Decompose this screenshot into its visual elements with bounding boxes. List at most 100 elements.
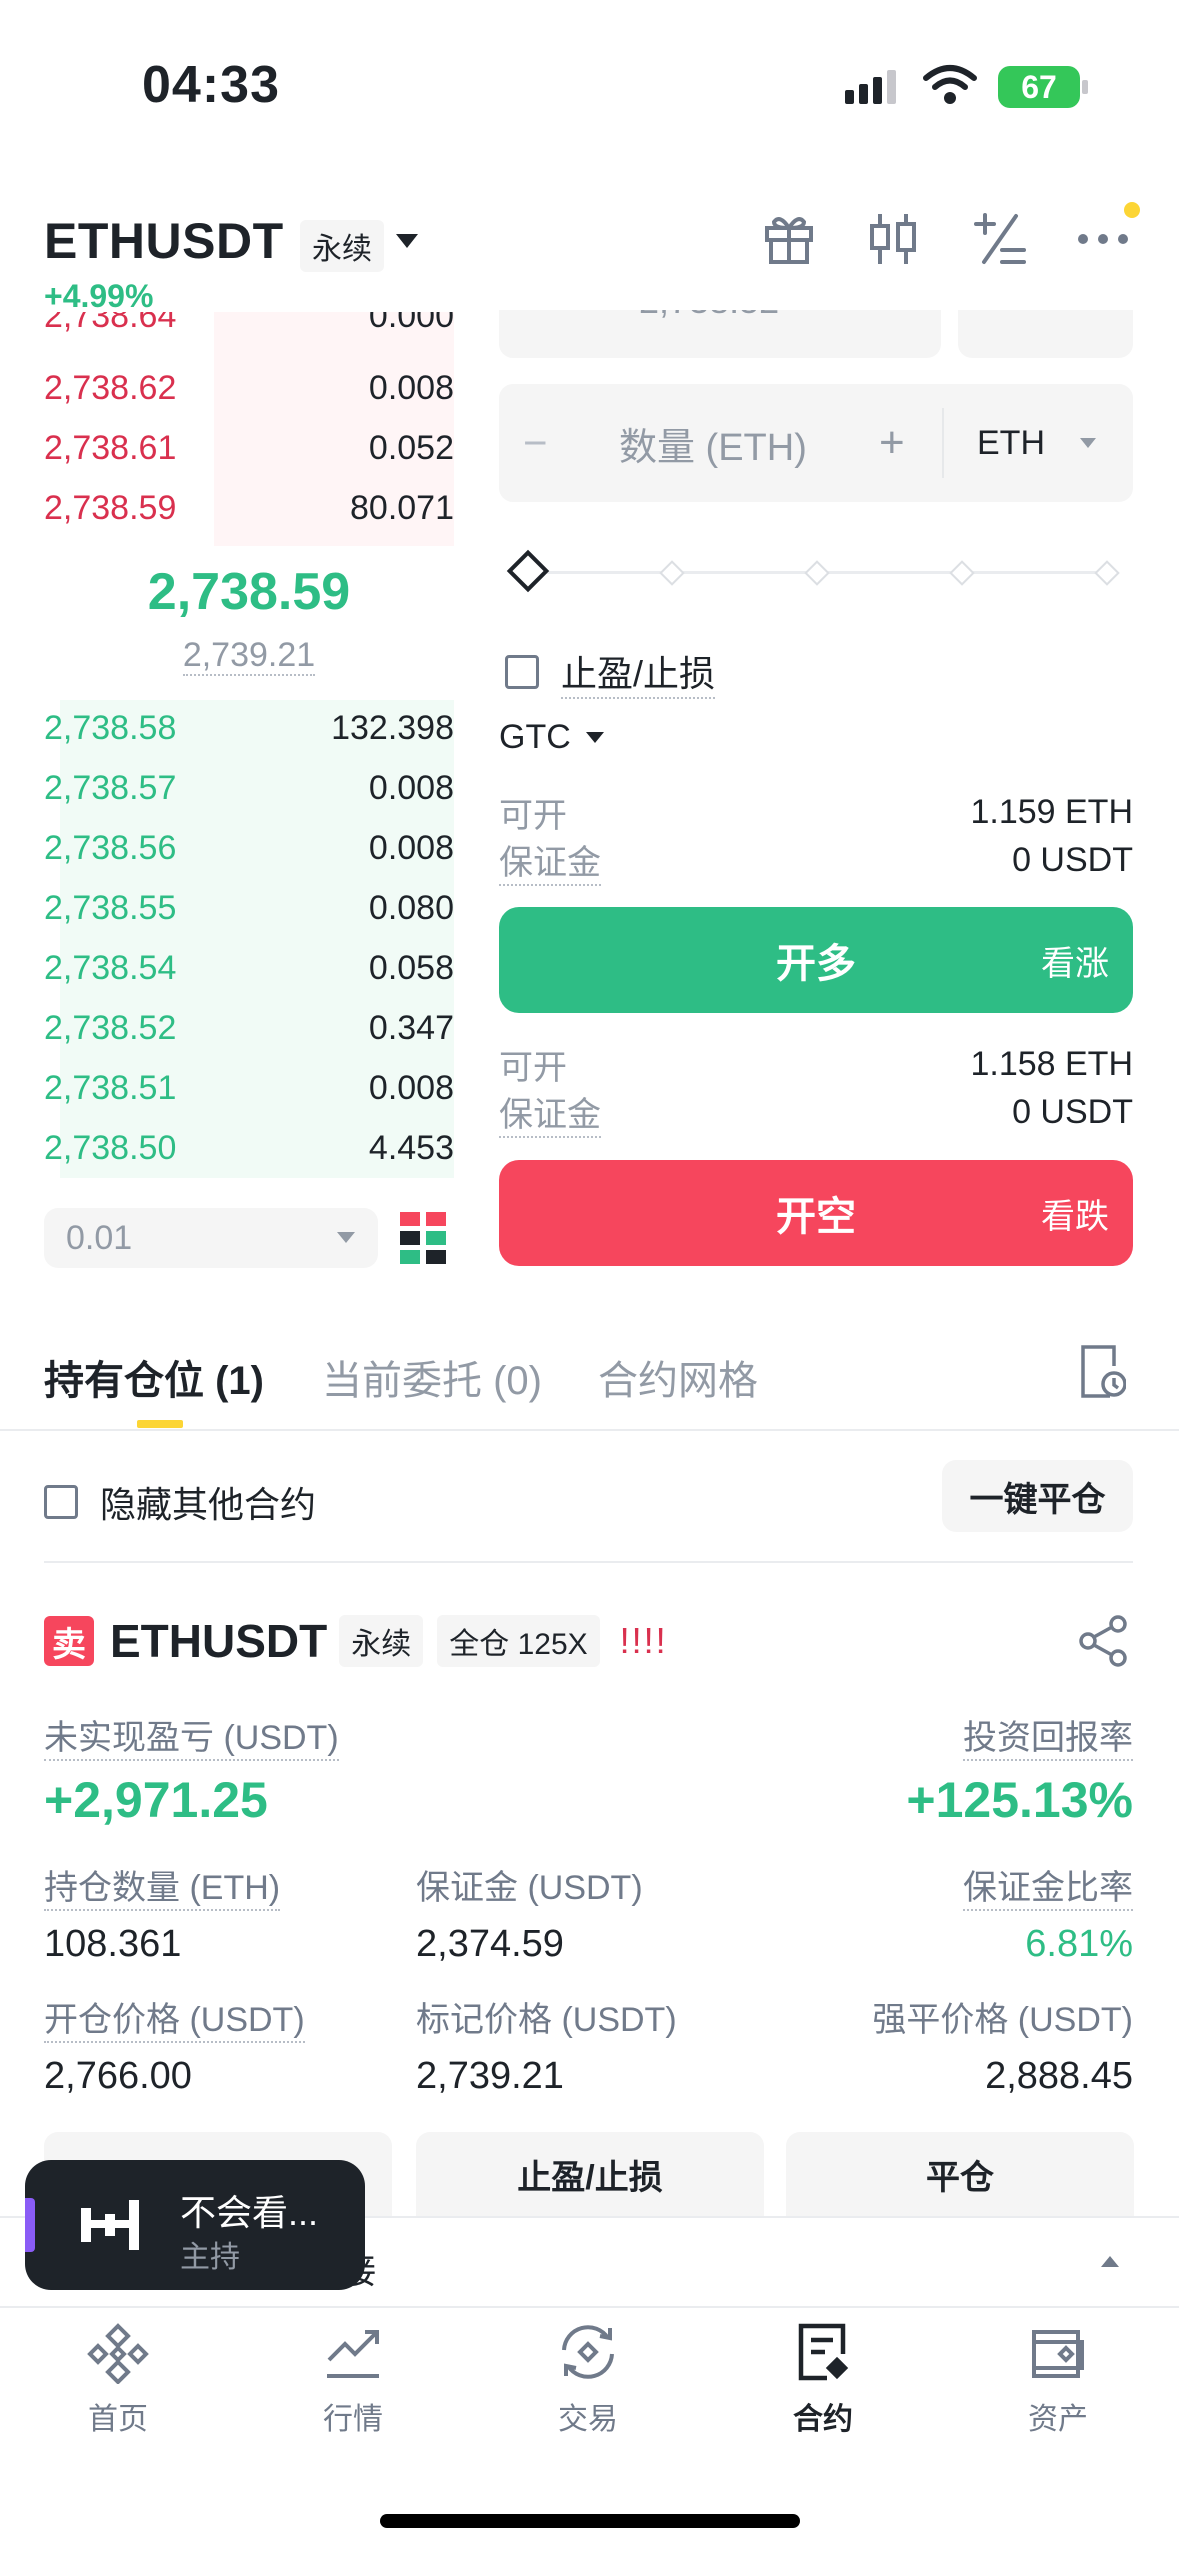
bid-qty: 0.008 xyxy=(368,1068,454,1107)
battery-indicator: 67 xyxy=(998,66,1080,108)
mark-price-wrap[interactable]: 2,739.21 xyxy=(44,636,454,676)
bid-qty: 0.347 xyxy=(368,1008,454,1047)
bid-qty: 132.398 xyxy=(331,708,454,747)
orderbook-bid-row[interactable]: 2,738.51 0.008 xyxy=(44,1058,454,1118)
ask-price: 2,738.59 xyxy=(44,488,177,527)
nav-home[interactable]: 首页 xyxy=(38,2320,198,2438)
bid-price: 2,738.54 xyxy=(44,948,177,987)
tif-select[interactable]: GTC xyxy=(499,718,605,757)
slider-tick[interactable] xyxy=(804,560,830,586)
unit-select[interactable]: ETH xyxy=(977,424,1045,463)
orderbook-bid-row[interactable]: 2,738.50 4.453 xyxy=(44,1118,454,1178)
ask-price: 2,738.64 xyxy=(44,312,177,335)
precision-select[interactable]: 0.01 xyxy=(44,1208,378,1268)
orderbook-layout-icon[interactable] xyxy=(400,1212,446,1269)
bid-qty: 0.058 xyxy=(368,948,454,987)
notification-dot xyxy=(1124,202,1140,218)
nav-futures[interactable]: 合约 xyxy=(743,2320,903,2438)
signal-icon xyxy=(845,68,905,108)
quantity-stepper[interactable]: − 数量 (ETH) + ETH xyxy=(499,384,1133,502)
share-icon[interactable] xyxy=(1076,1614,1130,1673)
nav-trade[interactable]: 交易 xyxy=(508,2320,668,2438)
slider-handle[interactable] xyxy=(506,549,550,593)
chevron-down-icon[interactable] xyxy=(1079,437,1097,449)
wifi-icon xyxy=(922,64,978,108)
short-info: 可开 1.158 ETH 保证金 0 USDT xyxy=(499,1040,1133,1138)
long-info: 可开 1.159 ETH 保证金 0 USDT xyxy=(499,788,1133,886)
trade-swap-icon xyxy=(562,2325,614,2379)
orderbook-ask-row-partial[interactable]: 2,738.64 0.000 xyxy=(44,312,454,348)
contract-tag: 永续 xyxy=(300,220,384,272)
liquidation-price: 强平价格 (USDT) 2,888.45 xyxy=(872,2001,1133,2097)
tpsl-checkbox[interactable] xyxy=(505,655,539,689)
home-indicator[interactable] xyxy=(380,2514,800,2528)
position-tag-perpetual: 永续 xyxy=(339,1615,424,1667)
hide-other-label: 隐藏其他合约 xyxy=(100,1484,317,1525)
minus-button[interactable]: − xyxy=(523,419,548,467)
tab-open-orders[interactable]: 当前委托 (0) xyxy=(322,1348,542,1406)
symbol-title[interactable]: ETHUSDT xyxy=(44,212,284,270)
symbol-dropdown-icon[interactable] xyxy=(394,232,420,255)
tpsl-label: 止盈/止损 xyxy=(561,645,716,699)
short-margin-label: 保证金 xyxy=(499,1087,601,1138)
orderbook-bid-row[interactable]: 2,738.57 0.008 xyxy=(44,758,454,818)
roi-value: +125.13% xyxy=(906,1772,1133,1828)
wallet-icon xyxy=(1032,2330,1084,2378)
futures-document-icon xyxy=(798,2323,849,2381)
more-icon[interactable] xyxy=(1076,232,1130,251)
history-icon[interactable] xyxy=(1080,1344,1127,1405)
gift-icon[interactable] xyxy=(762,212,816,271)
nav-assets[interactable]: 资产 xyxy=(978,2320,1138,2438)
nav-markets[interactable]: 行情 xyxy=(273,2320,433,2438)
orderbook-bid-row[interactable]: 2,738.55 0.080 xyxy=(44,878,454,938)
long-margin-label: 保证金 xyxy=(499,835,601,886)
bid-qty: 0.008 xyxy=(368,828,454,867)
calculator-icon[interactable] xyxy=(972,210,1028,273)
position-header[interactable]: 卖 ETHUSDT 永续 全仓 125X !!!! xyxy=(44,1614,668,1668)
chart-line-icon xyxy=(327,2330,379,2378)
plus-button[interactable]: + xyxy=(879,418,905,468)
tpsl-toggle[interactable]: 止盈/止损 xyxy=(505,645,716,699)
open-short-button[interactable]: 开空 看跌 xyxy=(499,1160,1133,1266)
side-badge: 卖 xyxy=(44,1616,94,1666)
chevron-up-icon[interactable] xyxy=(1100,2254,1120,2268)
tpsl-button[interactable]: 止盈/止损 xyxy=(416,2132,764,2216)
orderbook-ask-row[interactable]: 2,738.62 0.008 xyxy=(44,348,454,418)
tab-grid[interactable]: 合约网格 xyxy=(598,1348,758,1406)
tab-active-indicator xyxy=(137,1420,183,1428)
live-stream-toast[interactable]: 不会看... 主持 xyxy=(25,2160,365,2290)
open-long-button[interactable]: 开多 看涨 xyxy=(499,907,1133,1013)
orderbook-bid-row[interactable]: 2,738.56 0.008 xyxy=(44,818,454,878)
orderbook-ask-row[interactable]: 2,738.61 0.052 xyxy=(44,414,454,478)
orderbook-ask-row[interactable]: 2,738.59 80.071 xyxy=(44,474,454,546)
live-icon xyxy=(81,2200,139,2250)
tab-positions[interactable]: 持有仓位 (1) xyxy=(44,1348,264,1406)
toast-subtitle: 主持 xyxy=(180,2241,240,2274)
orderbook-bid-row[interactable]: 2,738.52 0.347 xyxy=(44,998,454,1058)
roi-label: 投资回报率 xyxy=(963,1710,1133,1761)
long-side-label: 看涨 xyxy=(1041,944,1109,983)
orderbook-bid-row[interactable]: 2,738.58 132.398 xyxy=(44,698,454,758)
binance-logo-icon xyxy=(87,2323,149,2384)
bid-qty: 0.080 xyxy=(368,888,454,927)
orderbook-bid-row[interactable]: 2,738.54 0.058 xyxy=(44,938,454,998)
price-unit-partial[interactable] xyxy=(958,310,1133,358)
hide-other-contracts[interactable]: 隐藏其他合约 xyxy=(44,1476,316,1528)
ask-price: 2,738.61 xyxy=(44,428,177,467)
long-available-value: 1.159 ETH xyxy=(970,792,1133,831)
slider-tick[interactable] xyxy=(1094,560,1120,586)
price-input-partial[interactable]: 2,738.52 xyxy=(499,310,941,358)
pnl-value: +2,971.25 xyxy=(44,1772,268,1828)
close-all-button[interactable]: 一键平仓 xyxy=(942,1460,1133,1532)
bid-price: 2,738.58 xyxy=(44,708,177,747)
close-position-button[interactable]: 平仓 xyxy=(786,2132,1134,2216)
candlestick-icon[interactable] xyxy=(866,210,920,273)
leverage-slider[interactable] xyxy=(506,548,1128,598)
slider-tick[interactable] xyxy=(659,560,685,586)
toast-title: 不会看... xyxy=(180,2192,319,2233)
toast-accent xyxy=(25,2198,35,2252)
slider-tick[interactable] xyxy=(949,560,975,586)
position-symbol: ETHUSDT xyxy=(110,1615,328,1667)
quantity-input[interactable]: 数量 (ETH) xyxy=(619,416,807,471)
hide-other-checkbox[interactable] xyxy=(44,1485,78,1519)
